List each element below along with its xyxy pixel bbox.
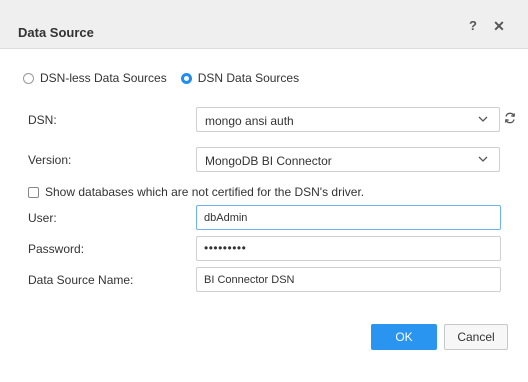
data-source-name-value: BI Connector DSN: [204, 274, 295, 286]
show-uncertified-row: Show databases which are not certified f…: [28, 185, 364, 199]
radio-dsn[interactable]: [180, 72, 192, 84]
dialog-title: Data Source: [18, 25, 94, 40]
version-label: Version:: [28, 153, 72, 167]
radio-dsn-less[interactable]: [23, 72, 34, 84]
dsn-selected-value: mongo ansi auth: [205, 114, 294, 128]
password-input[interactable]: •••••••••: [196, 236, 501, 261]
show-uncertified-checkbox[interactable]: [28, 186, 39, 198]
data-source-name-label: Data Source Name:: [28, 273, 134, 287]
password-label: Password:: [28, 242, 85, 256]
show-uncertified-label[interactable]: Show databases which are not certified f…: [45, 185, 364, 199]
dsn-label: DSN:: [28, 113, 57, 127]
radio-dsn-less-label[interactable]: DSN-less Data Sources: [40, 71, 167, 85]
data-source-name-input[interactable]: BI Connector DSN: [196, 267, 501, 292]
dialog-titlebar: Data Source ? ✕: [0, 0, 528, 49]
chevron-down-icon: [478, 116, 488, 122]
ok-button[interactable]: OK: [371, 324, 437, 350]
user-input[interactable]: dbAdmin: [196, 205, 501, 230]
user-input-value: dbAdmin: [204, 212, 248, 224]
refresh-icon[interactable]: [503, 111, 517, 125]
close-icon[interactable]: ✕: [492, 18, 506, 35]
cancel-button[interactable]: Cancel: [444, 324, 508, 350]
radio-dsn-label[interactable]: DSN Data Sources: [198, 71, 299, 85]
password-masked-value: •••••••••: [204, 241, 247, 255]
dsn-select[interactable]: mongo ansi auth: [196, 107, 500, 132]
chevron-down-icon: [478, 156, 488, 162]
help-icon[interactable]: ?: [466, 18, 480, 33]
connection-type-radio-group: DSN-less Data Sources DSN Data Sources: [23, 71, 299, 85]
version-selected-value: MongoDB BI Connector: [205, 154, 332, 168]
version-select[interactable]: MongoDB BI Connector: [196, 147, 500, 172]
user-label: User:: [28, 211, 57, 225]
